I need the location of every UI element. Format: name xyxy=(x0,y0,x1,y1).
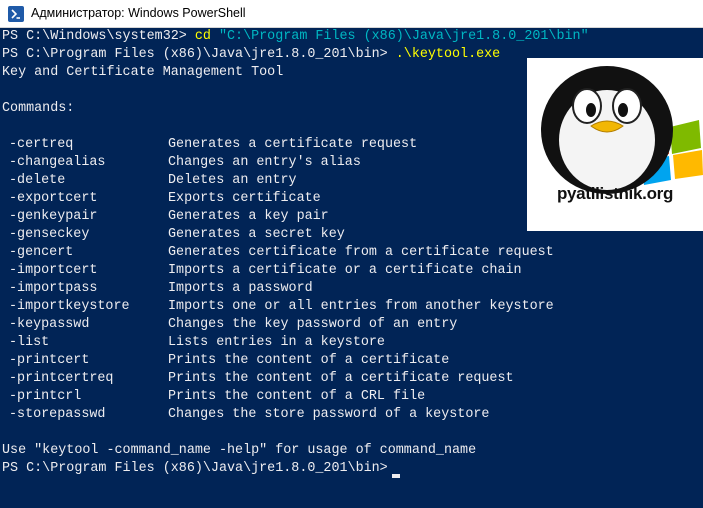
penguin-logo-graphic xyxy=(541,66,703,194)
command-text: .\keytool.exe xyxy=(395,47,501,62)
command-description: Generates a key pair xyxy=(168,209,329,224)
window-title: Администратор: Windows PowerShell xyxy=(31,6,246,20)
commands-header: Commands: xyxy=(2,101,75,116)
command-name: -storepasswd xyxy=(9,407,106,422)
prompt: PS C:\Windows\system32> xyxy=(2,29,195,44)
command-description: Prints the content of a certificate xyxy=(168,353,450,368)
command-row: -gencert Generates certificate from a cer… xyxy=(0,244,703,262)
logo-text: pyatilistnik.org xyxy=(556,184,674,203)
command-name: -list xyxy=(9,335,50,350)
command-description: Exports certificate xyxy=(168,191,321,206)
command-row: -storepasswd Changes the store password o… xyxy=(0,406,703,424)
command-name: -changealias xyxy=(9,155,106,170)
command-name: -importpass xyxy=(9,281,98,296)
command-argument: "C:\Program Files (x86)\Java\jre1.8.0_20… xyxy=(210,29,589,44)
command-row: -importcert Imports a certificate or a ce… xyxy=(0,262,703,280)
command-description: Changes the store password of a keystore xyxy=(168,407,490,422)
command-name: -genseckey xyxy=(9,227,90,242)
usage-hint: Use "keytool -command_name -help" for us… xyxy=(2,443,477,458)
prompt: PS C:\Program Files (x86)\Java\jre1.8.0_… xyxy=(2,47,396,62)
powershell-icon xyxy=(8,6,24,22)
command-name: -printcert xyxy=(9,353,90,368)
command-description: Prints the content of a certificate requ… xyxy=(168,371,514,386)
command-description: Generates a certificate request xyxy=(168,137,418,152)
command-description: Prints the content of a CRL file xyxy=(168,389,426,404)
command-description: Changes the key password of an entry xyxy=(168,317,458,332)
command-row: -printcert Prints the content of a certif… xyxy=(0,352,703,370)
command-name: -printcertreq xyxy=(9,371,114,386)
command-description: Generates a secret key xyxy=(168,227,345,242)
command-row: -importkeystore Imports one or all entrie… xyxy=(0,298,703,316)
command-text: cd xyxy=(194,29,211,44)
command-row: -list Lists entries in a keystore xyxy=(0,334,703,352)
command-name: -exportcert xyxy=(9,191,98,206)
command-description: Lists entries in a keystore xyxy=(168,335,385,350)
command-name: -keypasswd xyxy=(9,317,90,332)
command-description: Imports one or all entries from another … xyxy=(168,299,554,314)
command-name: -printcrl xyxy=(9,389,82,404)
command-row: -printcrl Prints the content of a CRL fil… xyxy=(0,388,703,406)
command-name: -gencert xyxy=(9,245,74,260)
command-name: -genkeypair xyxy=(9,209,98,224)
text-cursor xyxy=(392,474,400,478)
command-row: -printcertreq Prints the content of a cer… xyxy=(0,370,703,388)
command-description: Imports a certificate or a certificate c… xyxy=(168,263,522,278)
site-logo: pyatilistnik.org xyxy=(527,58,703,231)
command-name: -importcert xyxy=(9,263,98,278)
command-description: Changes an entry's alias xyxy=(168,155,361,170)
prompt-line-keytool: PS C:\Program Files (x86)\Java\jre1.8.0_… xyxy=(2,46,500,64)
tool-title: Key and Certificate Management Tool xyxy=(2,65,284,80)
command-description: Imports a password xyxy=(168,281,313,296)
command-row: -keypasswd Changes the key password of an… xyxy=(0,316,703,334)
prompt-line-cd: PS C:\Windows\system32> cd "C:\Program F… xyxy=(2,28,589,46)
final-prompt[interactable]: PS C:\Program Files (x86)\Java\jre1.8.0_… xyxy=(2,460,396,478)
command-name: -certreq xyxy=(9,137,74,152)
command-description: Deletes an entry xyxy=(168,173,297,188)
command-name: -delete xyxy=(9,173,66,188)
command-row: -importpass Imports a password xyxy=(0,280,703,298)
title-bar[interactable]: Администратор: Windows PowerShell xyxy=(0,0,703,28)
command-name: -importkeystore xyxy=(9,299,130,314)
command-description: Generates certificate from a certificate… xyxy=(168,245,554,260)
